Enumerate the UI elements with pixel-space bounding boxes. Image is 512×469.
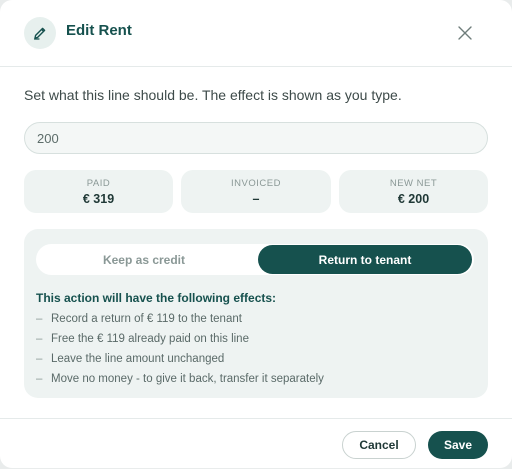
stats-row: PAID € 319 INVOICED – NEW NET € 200 xyxy=(24,170,488,213)
dialog-title: Edit Rent xyxy=(66,22,132,39)
stat-label: INVOICED xyxy=(231,178,281,189)
close-icon[interactable] xyxy=(456,24,474,42)
stat-paid: PAID € 319 xyxy=(24,170,173,213)
effect-text: Record a return of € 119 to the tenant xyxy=(51,313,242,325)
amount-input[interactable] xyxy=(24,122,488,154)
stat-value: € 200 xyxy=(397,192,430,206)
return-to-tenant-option[interactable]: Return to tenant xyxy=(258,245,472,274)
effects-list: – Record a return of € 119 to the tenant … xyxy=(36,313,324,393)
stat-new-net: NEW NET € 200 xyxy=(339,170,488,213)
stat-invoiced: INVOICED – xyxy=(181,170,331,213)
stat-value: – xyxy=(252,192,260,206)
dialog-footer: Cancel Save xyxy=(0,418,512,469)
stat-label: NEW NET xyxy=(389,178,438,189)
effects-title: This action will have the following effe… xyxy=(36,291,277,305)
effect-text: Free the € 119 already paid on this line xyxy=(51,333,249,345)
keep-as-credit-option[interactable]: Keep as credit xyxy=(37,245,251,274)
effect-text: Leave the line amount unchanged xyxy=(51,353,225,365)
dialog-header: Edit Rent xyxy=(0,0,512,67)
save-button[interactable]: Save xyxy=(428,431,488,459)
cancel-button[interactable]: Cancel xyxy=(342,431,416,459)
edit-rent-dialog: Edit Rent Set what this line should be. … xyxy=(0,0,512,468)
stat-value: € 319 xyxy=(82,192,115,206)
credit-mode-toggle: Keep as credit Return to tenant xyxy=(36,244,474,275)
list-item: – Record a return of € 119 to the tenant xyxy=(36,313,324,333)
effect-text: Move no money - to give it back, transfe… xyxy=(51,373,324,385)
list-item: – Move no money - to give it back, transf… xyxy=(36,373,324,393)
edit-pencil-icon xyxy=(24,17,56,49)
dialog-description: Set what this line should be. The effect… xyxy=(24,87,402,103)
list-item: – Leave the line amount unchanged xyxy=(36,353,324,373)
effects-panel: Keep as credit Return to tenant This act… xyxy=(24,229,488,398)
list-item: – Free the € 119 already paid on this lin… xyxy=(36,333,324,353)
stat-label: PAID xyxy=(86,178,111,189)
